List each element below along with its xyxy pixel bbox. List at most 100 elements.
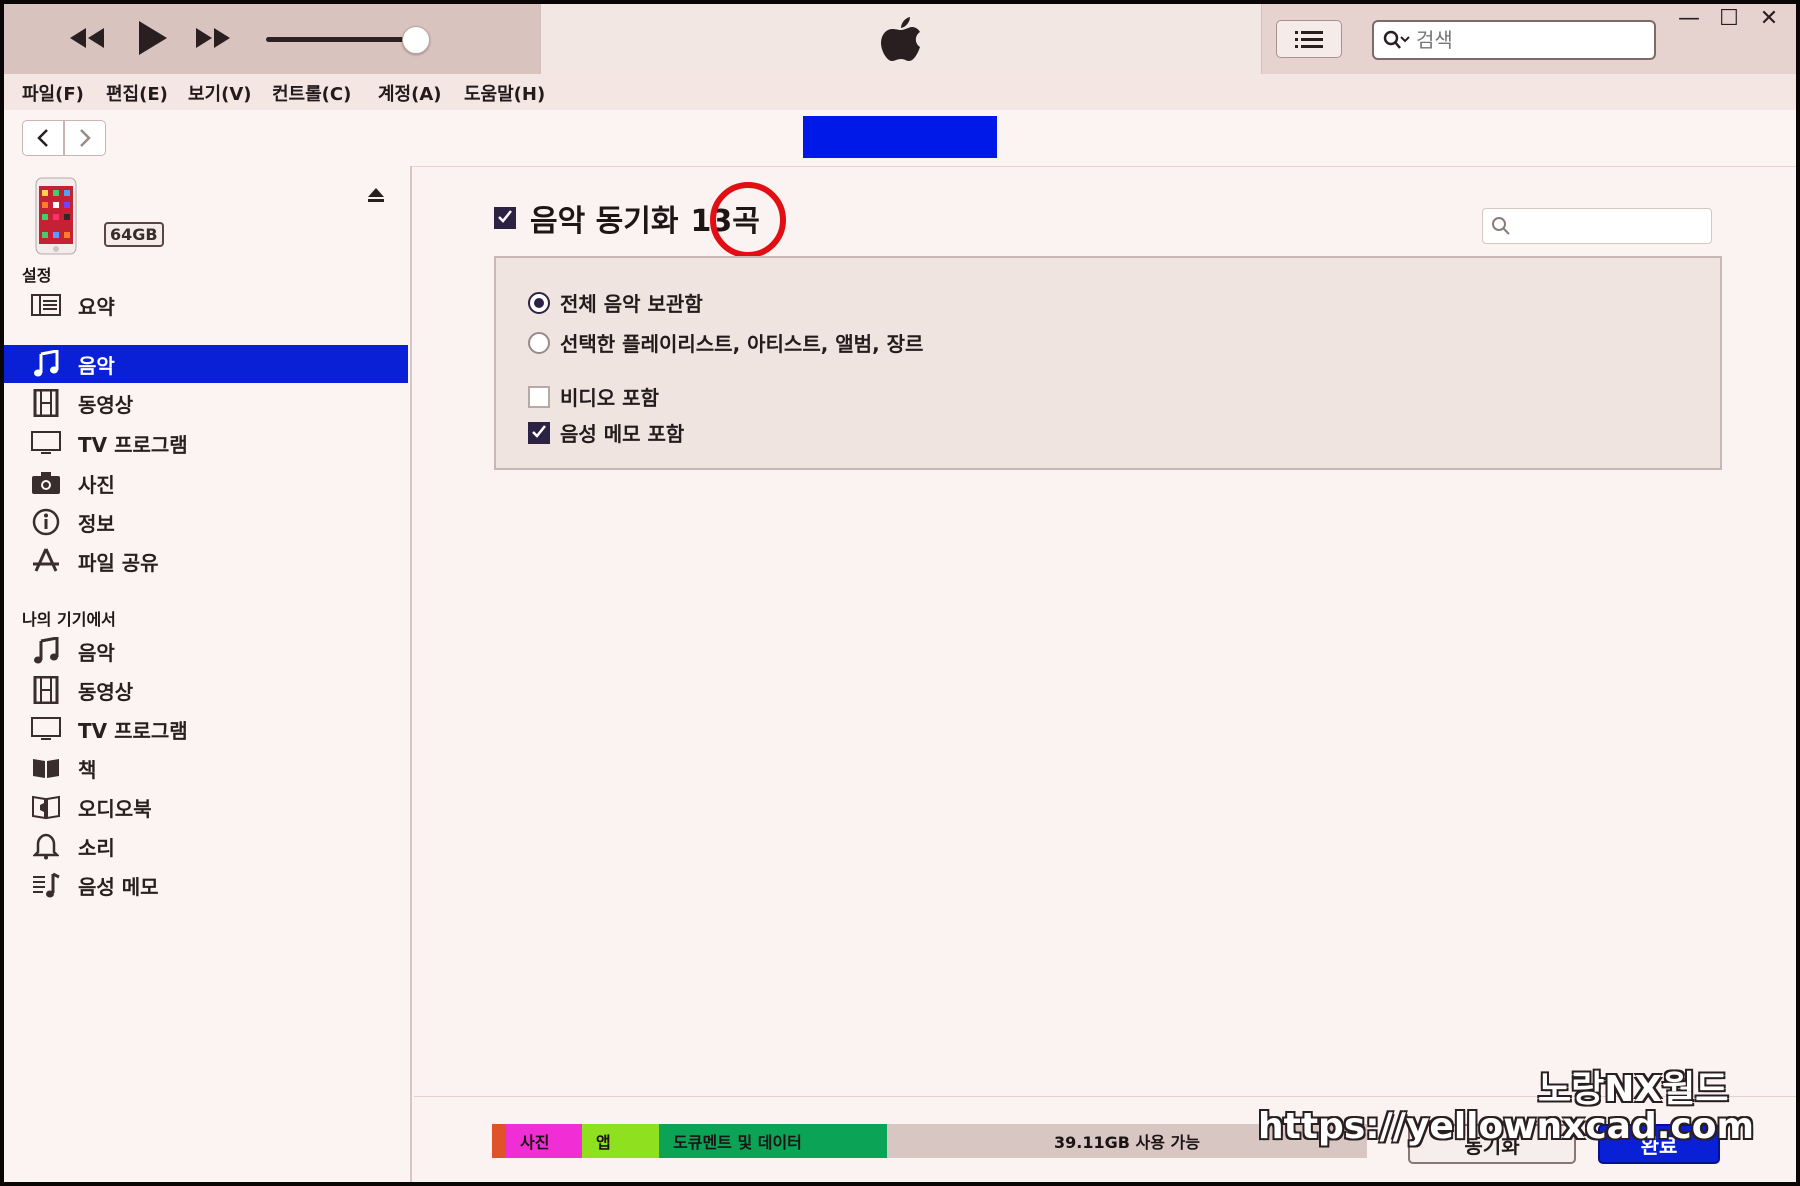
- menu-account[interactable]: 계정(A): [378, 80, 442, 106]
- sidebar-item-movies[interactable]: 동영상: [4, 384, 408, 422]
- volume-knob[interactable]: [402, 26, 430, 54]
- storage-bar: 사진 앱 도큐멘트 및 데이터 39.11GB 사용 가능: [492, 1124, 1367, 1158]
- option-label: 음성 메모 포함: [560, 422, 685, 446]
- storage-segment: 앱: [582, 1124, 659, 1158]
- sidebar-item-device-movies[interactable]: 동영상: [4, 671, 408, 709]
- book-icon: [30, 754, 62, 782]
- watermark-url: https://yellownxcad.com: [1258, 1106, 1755, 1147]
- option-label: 전체 음악 보관함: [560, 292, 703, 316]
- film-icon: [30, 389, 62, 417]
- sidebar-item-label: 음악: [78, 353, 115, 378]
- sidebar-item-label: 사진: [78, 472, 115, 497]
- summary-icon: [30, 291, 62, 319]
- sidebar-item-label: 책: [78, 757, 97, 782]
- option-label: 선택한 플레이리스트, 아티스트, 앨범, 장르: [560, 332, 924, 356]
- sidebar-item-info[interactable]: 정보: [4, 503, 408, 541]
- sidebar-item-device-voice-memos[interactable]: 음성 메모: [4, 866, 408, 904]
- voice-memo-icon: [30, 871, 62, 899]
- film-icon: [30, 676, 62, 704]
- minimize-button[interactable]: —: [1672, 6, 1706, 36]
- option-include-video[interactable]: 비디오 포함: [528, 382, 659, 411]
- list-icon: [1295, 31, 1323, 48]
- rewind-icon[interactable]: [66, 18, 110, 58]
- include-video-checkbox[interactable]: [528, 385, 550, 408]
- sidebar-item-device-audiobooks[interactable]: 오디오북: [4, 788, 408, 826]
- tv-icon: [30, 715, 62, 743]
- audiobook-icon: [30, 793, 62, 821]
- search-input[interactable]: [1414, 27, 1618, 53]
- search-icon: [1383, 30, 1410, 49]
- back-button[interactable]: [22, 120, 64, 156]
- on-device-header: 나의 기기에서: [22, 610, 116, 629]
- storage-segment: 사진: [506, 1124, 582, 1158]
- device-tab[interactable]: [803, 116, 997, 158]
- sidebar-item-label: 오디오북: [78, 796, 152, 821]
- app-store-icon: [30, 547, 62, 575]
- storage-segment: [492, 1124, 506, 1158]
- music-search-field[interactable]: [1482, 208, 1712, 244]
- chevron-left-icon: [37, 129, 48, 147]
- storage-segment: 도큐멘트 및 데이터: [659, 1124, 887, 1158]
- sidebar-item-label: 정보: [78, 511, 115, 536]
- sidebar-item-label: 동영상: [78, 679, 134, 704]
- sidebar-item-label: TV 프로그램: [78, 432, 188, 457]
- volume-slider[interactable]: [266, 37, 416, 42]
- music-note-icon: [30, 350, 62, 378]
- sidebar-item-label: 요약: [78, 294, 115, 319]
- sidebar-item-label: 파일 공유: [78, 550, 159, 575]
- include-voice-memos-checkbox[interactable]: [528, 421, 550, 444]
- itunes-window: — ☐ ✕ 파일(F) 편집(E) 보기(V) 컨트롤(C) 계정(A) 도움말…: [4, 4, 1796, 1182]
- menu-view[interactable]: 보기(V): [188, 80, 252, 106]
- play-icon[interactable]: [130, 18, 174, 58]
- menu-help[interactable]: 도움말(H): [464, 80, 545, 106]
- forward-button[interactable]: [64, 120, 106, 156]
- sidebar-item-label: 음성 메모: [78, 874, 159, 899]
- option-selected-items[interactable]: 선택한 플레이리스트, 아티스트, 앨범, 장르: [528, 328, 923, 357]
- menu-edit[interactable]: 편집(E): [106, 80, 168, 106]
- radio-selected-items[interactable]: [528, 331, 550, 354]
- fast-forward-icon[interactable]: [190, 18, 234, 58]
- settings-header: 설정: [22, 266, 52, 285]
- list-view-button[interactable]: [1276, 20, 1342, 58]
- option-include-voice-memos[interactable]: 음성 메모 포함: [528, 418, 684, 447]
- tv-icon: [30, 429, 62, 457]
- music-note-icon: [30, 637, 62, 665]
- status-display: [540, 4, 1262, 74]
- sidebar-item-summary[interactable]: 요약: [4, 286, 408, 324]
- sidebar-item-tv-shows[interactable]: TV 프로그램: [4, 424, 408, 462]
- sidebar-item-device-books[interactable]: 책: [4, 749, 408, 787]
- sidebar-item-device-music[interactable]: 음악: [4, 632, 408, 670]
- search-field[interactable]: [1372, 20, 1656, 60]
- sidebar-item-file-sharing[interactable]: 파일 공유: [4, 542, 408, 580]
- sidebar-item-device-tones[interactable]: 소리: [4, 827, 408, 865]
- chevron-right-icon: [80, 129, 91, 147]
- sync-options-panel: 전체 음악 보관함 선택한 플레이리스트, 아티스트, 앨범, 장르 비디오 포…: [494, 256, 1722, 470]
- sidebar-item-label: 동영상: [78, 392, 134, 417]
- sidebar: 64GB 설정 요약 음악 동영상 TV 프로그램 사진 정보 파일 공유 나의…: [4, 166, 412, 1182]
- sync-music-checkbox[interactable]: [494, 207, 516, 229]
- watermark-title: 노랑NX월드: [1538, 1069, 1729, 1110]
- menu-controls[interactable]: 컨트롤(C): [272, 80, 351, 106]
- camera-icon: [30, 469, 62, 497]
- maximize-button[interactable]: ☐: [1712, 6, 1746, 36]
- sidebar-item-label: TV 프로그램: [78, 718, 188, 743]
- sidebar-item-music[interactable]: 음악: [4, 345, 408, 383]
- sidebar-item-label: 소리: [78, 835, 115, 860]
- eject-icon[interactable]: [366, 186, 386, 204]
- option-entire-library[interactable]: 전체 음악 보관함: [528, 288, 703, 317]
- apple-logo-icon: [881, 17, 920, 61]
- toolbar: — ☐ ✕: [4, 4, 1796, 75]
- iphone-icon: [35, 177, 77, 255]
- search-icon: [1492, 217, 1510, 235]
- sidebar-item-photos[interactable]: 사진: [4, 464, 408, 502]
- radio-entire-library[interactable]: [528, 291, 550, 314]
- playback-controls: [4, 4, 540, 74]
- option-label: 비디오 포함: [560, 386, 659, 410]
- close-button[interactable]: ✕: [1752, 6, 1786, 36]
- capacity-badge: 64GB: [104, 222, 164, 247]
- sidebar-item-label: 음악: [78, 640, 115, 665]
- sidebar-item-device-tv-shows[interactable]: TV 프로그램: [4, 710, 408, 748]
- sync-music-title: 음악 동기화: [530, 204, 679, 239]
- menu-file[interactable]: 파일(F): [22, 80, 84, 106]
- bell-icon: [30, 832, 62, 860]
